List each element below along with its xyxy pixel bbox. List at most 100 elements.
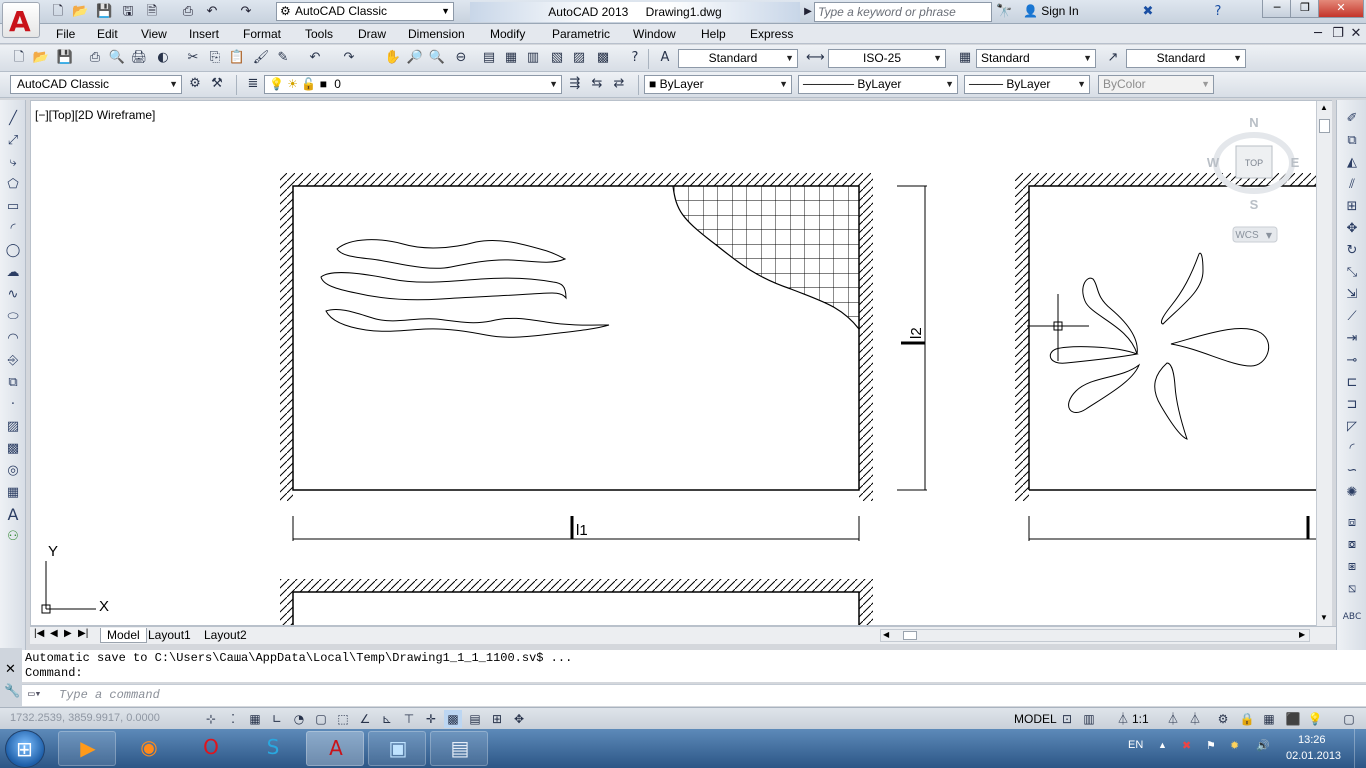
workspace-save-icon[interactable]: ⚒ xyxy=(208,75,226,93)
block-editor-icon[interactable]: ✎ xyxy=(274,49,292,67)
extend-icon[interactable]: ⇥ xyxy=(1342,330,1362,348)
minimize-button[interactable]: ─ xyxy=(1262,0,1292,18)
menu-view[interactable]: View xyxy=(141,27,167,41)
revision-cloud-icon[interactable]: ☁ xyxy=(3,264,23,282)
break-icon[interactable]: ⊏ xyxy=(1342,374,1362,392)
help-icon[interactable]: ? xyxy=(1210,4,1226,20)
grid-icon[interactable]: ▦ xyxy=(246,710,264,728)
menu-insert[interactable]: Insert xyxy=(189,27,219,41)
lightbulb-icon[interactable]: 💡 xyxy=(1306,710,1324,728)
menu-window[interactable]: Window xyxy=(633,27,676,41)
quickcalc-icon[interactable]: ▩ xyxy=(594,49,612,67)
taskbar-skype[interactable]: S xyxy=(244,731,302,766)
3dosnap-icon[interactable]: ⬚ xyxy=(334,710,352,728)
clock-date[interactable]: 02.01.2013 xyxy=(1286,750,1341,762)
scroll-thumb[interactable] xyxy=(903,631,917,640)
scroll-right-icon[interactable]: ▶ xyxy=(1299,630,1305,639)
table-style-icon[interactable]: ▦ xyxy=(956,49,974,67)
bring-to-front-icon[interactable]: ⧈ xyxy=(1342,514,1362,532)
start-button[interactable]: ⊞ xyxy=(5,730,45,768)
fillet-icon[interactable]: ◜ xyxy=(1342,440,1362,458)
open-icon[interactable]: 📂 xyxy=(72,4,88,20)
flag-icon[interactable]: ⚑ xyxy=(1206,739,1216,752)
command-window-handle[interactable]: ✕ 🔧 xyxy=(0,648,22,708)
send-to-back-icon[interactable]: ⧇ xyxy=(1342,536,1362,554)
rectangle-icon[interactable]: ▭ xyxy=(3,198,23,216)
wcs-menu[interactable]: WCS xyxy=(1235,230,1259,241)
construction-line-icon[interactable]: ⤢ xyxy=(3,132,23,150)
scroll-up-icon[interactable]: ▲ xyxy=(1320,103,1328,112)
dyn-icon[interactable]: ⊤ xyxy=(400,710,418,728)
bring-above-icon[interactable]: ⧆ xyxy=(1342,558,1362,576)
save-as-icon[interactable]: 🖫 xyxy=(120,4,136,20)
undo-icon[interactable]: ↶ xyxy=(306,49,324,67)
plot-icon[interactable]: ⎙ xyxy=(86,49,104,67)
layout-quickview-icon[interactable]: ⊡ xyxy=(1058,710,1076,728)
design-center-icon[interactable]: ▦ xyxy=(502,49,520,67)
viewcube-top-face[interactable]: TOP xyxy=(1245,158,1263,168)
explode-icon[interactable]: ✺ xyxy=(1342,484,1362,502)
zoom-previous-icon[interactable]: ⊖ xyxy=(452,49,470,67)
hatch-icon[interactable]: ▨ xyxy=(3,418,23,436)
undo-icon[interactable]: ↶ xyxy=(204,4,220,20)
close-icon[interactable]: ✕ xyxy=(5,662,16,677)
ortho-icon[interactable]: ∟ xyxy=(268,710,286,728)
lwt-icon[interactable]: ✛ xyxy=(422,710,440,728)
osnap-icon[interactable]: ▢ xyxy=(312,710,330,728)
clean-screen-icon[interactable]: ▢ xyxy=(1340,710,1358,728)
clock-time[interactable]: 13:26 xyxy=(1298,734,1326,746)
hardware-accel-icon[interactable]: ▦ xyxy=(1260,710,1278,728)
menu-edit[interactable]: Edit xyxy=(97,27,118,41)
tab-layout2[interactable]: Layout2 xyxy=(204,628,247,642)
volume-icon[interactable]: 🔊 xyxy=(1256,739,1270,752)
exchange-icon[interactable]: ✖ xyxy=(1140,4,1156,20)
arc-icon[interactable]: ◜ xyxy=(3,220,23,238)
text-style-icon[interactable]: A xyxy=(656,49,674,67)
taskbar-window[interactable]: ▤ xyxy=(430,731,488,766)
ducs-icon[interactable]: ⊾ xyxy=(378,710,396,728)
prev-tab-icon[interactable]: ◀ xyxy=(50,628,58,639)
taskbar-opera[interactable]: O xyxy=(182,731,240,766)
command-input[interactable]: ▭▾ Type a command xyxy=(22,684,1366,706)
workspace-dropdown-secondary[interactable]: AutoCAD Classic ▼ xyxy=(10,75,182,94)
table-style-dropdown[interactable]: Standard ▼ xyxy=(976,49,1096,68)
compass-west[interactable]: W xyxy=(1207,155,1220,170)
multiline-text-icon[interactable]: A xyxy=(3,506,23,524)
markup-icon[interactable]: ▨ xyxy=(570,49,588,67)
cut-icon[interactable]: ✂ xyxy=(184,49,202,67)
sheet-set-icon[interactable]: ▧ xyxy=(548,49,566,67)
chamfer-icon[interactable]: ◸ xyxy=(1342,418,1362,436)
3d-dwf-icon[interactable]: ◐ xyxy=(154,49,172,67)
layer-previous-icon[interactable]: ⇆ xyxy=(588,75,606,93)
plot-preview-icon[interactable]: 🔍 xyxy=(108,49,126,67)
insert-block-icon[interactable]: ⎆ xyxy=(3,352,23,370)
spline-icon[interactable]: ∿ xyxy=(3,286,23,304)
search-input[interactable]: Type a keyword or phrase xyxy=(814,2,992,22)
table-icon[interactable]: ▦ xyxy=(3,484,23,502)
mirror-icon[interactable]: ◭ xyxy=(1342,154,1362,172)
close-button[interactable]: ✕ xyxy=(1318,0,1364,18)
menu-express[interactable]: Express xyxy=(750,27,793,41)
show-desktop-button[interactable] xyxy=(1354,729,1366,768)
last-tab-icon[interactable]: ▶| xyxy=(78,628,88,639)
network-icon[interactable]: ✖ xyxy=(1182,739,1191,752)
paste-icon[interactable]: 📋 xyxy=(228,49,246,67)
send-under-icon[interactable]: ⧅ xyxy=(1342,580,1362,598)
make-current-icon[interactable]: ⇶ xyxy=(566,75,584,93)
copy-icon[interactable]: ⎘ xyxy=(206,49,224,67)
sc-icon[interactable]: ⊞ xyxy=(488,710,506,728)
menu-help[interactable]: Help xyxy=(701,27,726,41)
model-space-button[interactable]: MODEL xyxy=(1014,712,1057,726)
menu-restore-icon[interactable]: ❐ xyxy=(1330,26,1346,42)
redo-icon[interactable]: ↷ xyxy=(238,4,254,20)
tool-palettes-icon[interactable]: ▥ xyxy=(524,49,542,67)
coordinates-display[interactable]: 1732.2539, 3859.9917, 0.0000 xyxy=(10,712,160,724)
language-indicator[interactable]: EN xyxy=(1128,739,1143,751)
break-at-point-icon[interactable]: ⊸ xyxy=(1342,352,1362,370)
annotation-scale-value[interactable]: 1:1 xyxy=(1132,712,1149,726)
am-icon[interactable]: ✥ xyxy=(510,710,528,728)
polygon-icon[interactable]: ⬠ xyxy=(3,176,23,194)
linetype-dropdown[interactable]: ────── ByLayer ▼ xyxy=(798,75,958,94)
tpy-icon[interactable]: ▩ xyxy=(444,710,462,728)
menu-modify[interactable]: Modify xyxy=(490,27,525,41)
